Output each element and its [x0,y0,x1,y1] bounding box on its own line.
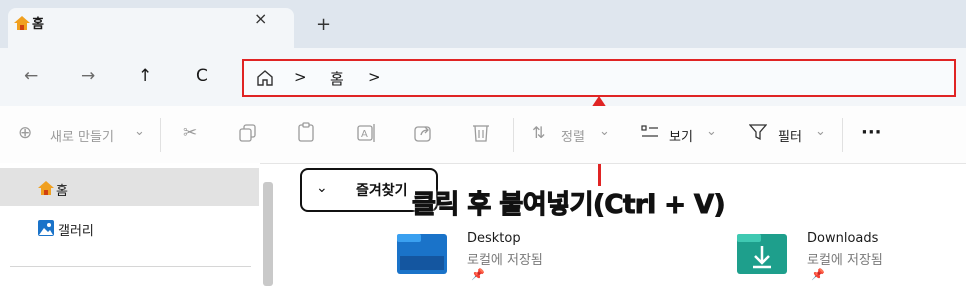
new-button[interactable]: 새로 만들기 [50,126,114,145]
home-color-icon [38,181,54,195]
breadcrumb-separator[interactable]: > [368,68,381,86]
divider [160,118,161,152]
desktop-folder-icon [397,234,447,274]
downloads-folder-icon [737,234,787,274]
new-tab-button[interactable]: + [316,14,331,35]
home-color-icon [14,16,30,30]
forward-button[interactable]: → [81,66,95,86]
more-options-button[interactable]: ··· [861,122,882,143]
sidebar-item-label: 홈 [56,184,68,199]
file-name-desktop[interactable]: Desktop [467,231,521,246]
address-bar[interactable] [242,59,956,97]
copy-icon[interactable] [239,124,257,142]
filter-icon [749,124,767,141]
share-icon[interactable] [414,123,434,143]
paste-icon[interactable] [298,122,314,142]
svg-text:A: A [361,129,368,140]
new-icon: ⊕ [18,123,33,143]
sort-button[interactable]: 정렬 [561,126,585,145]
file-status: 로컬에 저장됨 [807,253,883,268]
file-name-downloads[interactable]: Downloads [807,231,878,246]
cut-icon[interactable]: ✂ [183,123,197,143]
chevron-down-icon: ⌄ [706,124,717,139]
divider [842,118,843,152]
up-button[interactable]: ↑ [138,66,152,86]
rename-icon[interactable]: A [357,123,377,143]
view-icon [641,125,658,137]
refresh-button[interactable]: C [196,66,208,86]
back-button[interactable]: ← [24,66,38,86]
tab-close-button[interactable]: × [254,9,267,28]
breadcrumb-separator[interactable]: > [294,68,307,86]
pin-icon: 📌 [811,268,825,281]
tab-title: 홈 [32,17,44,32]
gallery-icon [38,220,54,236]
sidebar-divider [10,266,251,267]
sort-icon: ⇅ [532,123,546,142]
breadcrumb-home[interactable]: 홈 [330,68,344,89]
chevron-down-icon: ⌄ [134,124,145,139]
favorites-label: 즐겨찾기 [356,183,408,199]
file-status: 로컬에 저장됨 [467,253,543,268]
sidebar-item-gallery[interactable]: 갤러리 [58,220,94,239]
chevron-down-icon: ⌄ [599,124,610,139]
pin-icon: 📌 [471,268,485,281]
divider [513,118,514,152]
chevron-down-icon: ⌄ [815,124,826,139]
home-icon[interactable] [256,69,274,86]
tab-home[interactable] [8,8,294,50]
chevron-down-icon: ⌄ [316,180,328,196]
filter-button[interactable]: 필터 [778,126,802,145]
view-button[interactable]: 보기 [669,126,693,145]
delete-icon[interactable] [472,123,490,143]
annotation-label: 클릭 후 붙여넣기(Ctrl + V) [411,190,726,221]
sidebar-scrollbar[interactable] [263,182,273,286]
